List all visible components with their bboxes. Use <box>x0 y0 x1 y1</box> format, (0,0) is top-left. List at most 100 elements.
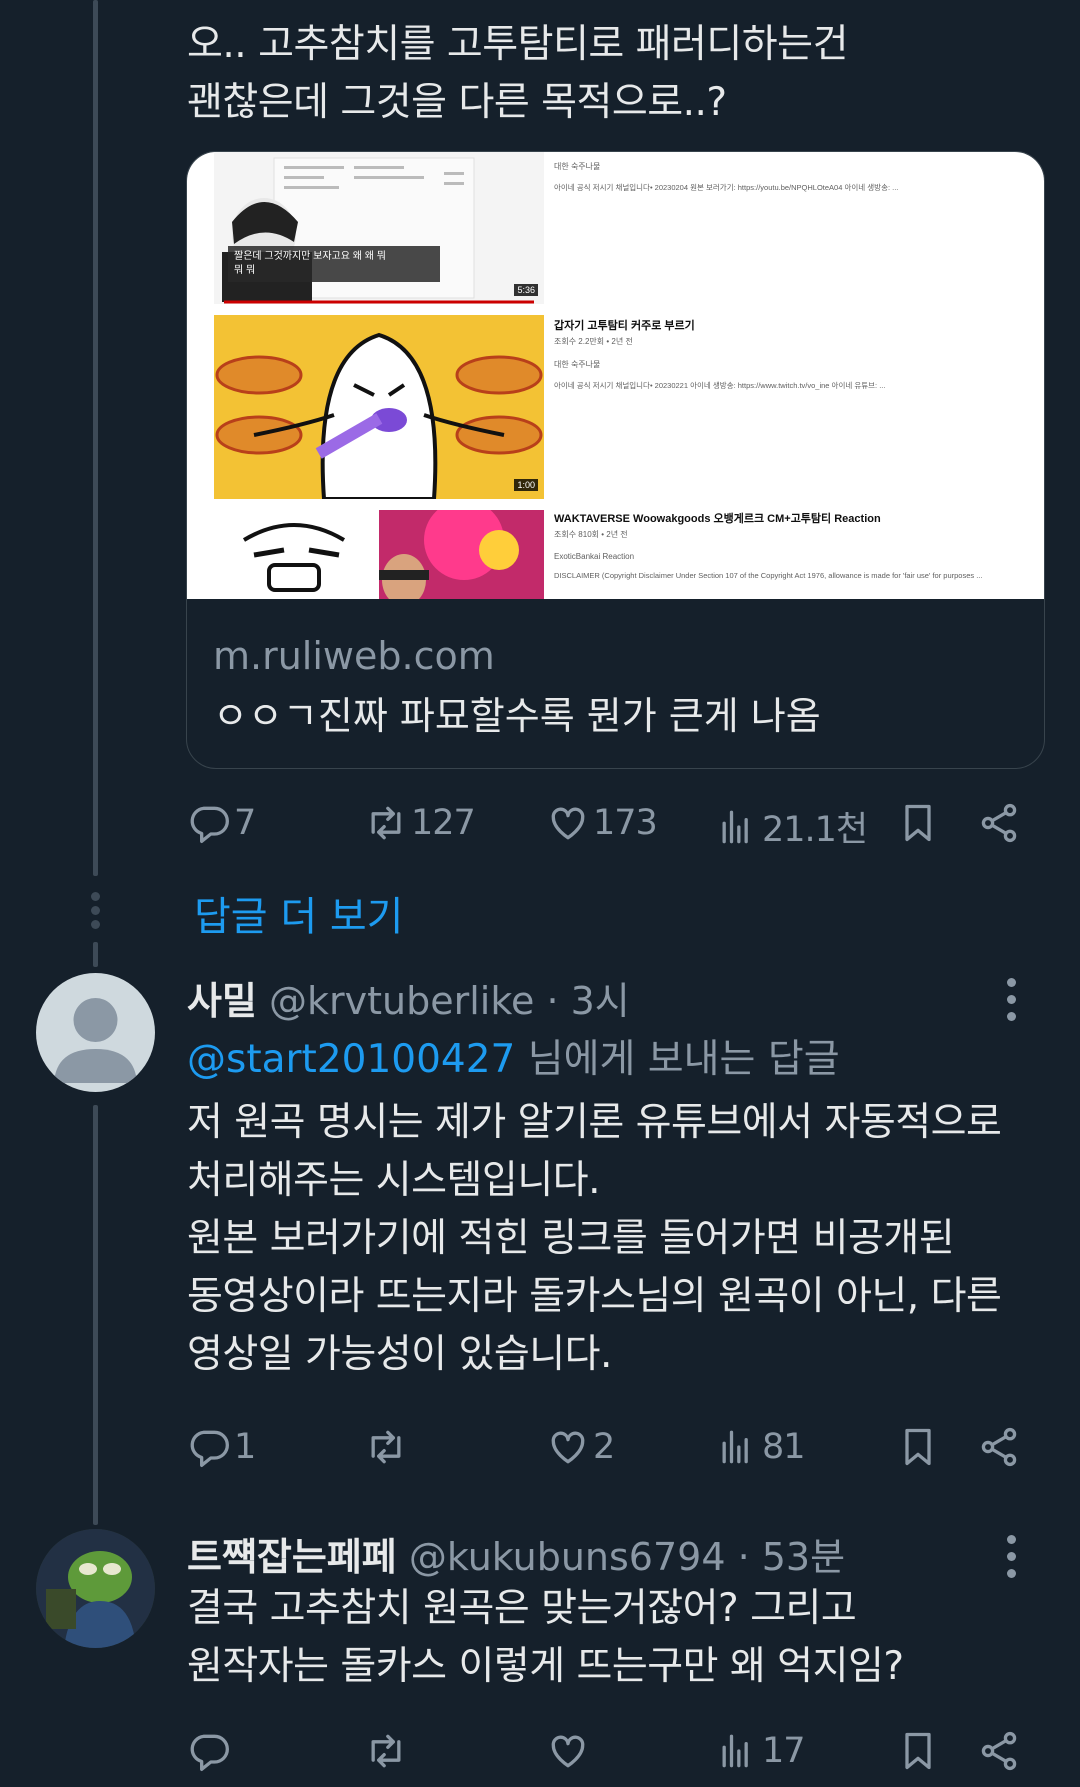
thread-line <box>93 1105 98 1525</box>
video-thumbnail <box>214 510 544 599</box>
views-icon <box>722 1430 748 1464</box>
views-icon <box>715 805 759 849</box>
reply-button[interactable] <box>187 1729 234 1773</box>
video-meta: 조회수 810회 • 2년 전 <box>554 530 628 539</box>
tweet-actions: 7 127 173 21.1천 <box>187 801 1027 850</box>
bookmark-button[interactable] <box>896 801 940 845</box>
video-title: 갑자기 고투탐티 커주로 부르기 <box>554 320 695 332</box>
heart-icon <box>551 807 585 840</box>
share-button[interactable] <box>977 1425 1021 1469</box>
video-thumbnail: 짤은데 그것까지만 보자고요 왜 왜 뭐 뭐 뭐 5:36 <box>214 152 544 304</box>
bookmark-icon <box>905 1428 931 1466</box>
retweet-button[interactable]: 127 <box>364 801 476 845</box>
video-duration: 5:36 <box>514 284 538 296</box>
video-thumbnail: 1:00 <box>214 315 544 499</box>
display-name[interactable]: 사밀 <box>187 979 257 1023</box>
pepe-avatar-image <box>36 1529 155 1648</box>
retweet-icon <box>371 806 401 840</box>
like-button[interactable]: 173 <box>546 801 658 845</box>
video-channel: ExoticBankai Reaction <box>554 552 635 561</box>
views-count: 17 <box>762 1731 806 1771</box>
reply-to-suffix: 님에게 보내는 답글 <box>515 1037 840 1082</box>
video-description: DISCLAIMER (Copyright Disclaimer Under S… <box>554 571 983 580</box>
like-count: 173 <box>593 803 658 843</box>
video-title: WAKTAVERSE Woowakgoods 오뱅게르크 CM+고투탐티 Rea… <box>554 513 881 525</box>
like-button[interactable] <box>546 1729 593 1773</box>
avatar[interactable] <box>36 1529 155 1648</box>
retweet-icon <box>371 1430 401 1464</box>
retweet-button[interactable] <box>364 1729 411 1773</box>
views-button[interactable]: 21.1천 <box>715 801 868 852</box>
retweet-button[interactable] <box>364 1425 411 1469</box>
thumbnail-illustration <box>214 315 544 499</box>
tweet-text: 오.. 고추참치를 고투탐티로 패러디하는건 괜찮은데 그것을 다른 목적으로.… <box>187 22 848 125</box>
video-info: WAKTAVERSE Woowakgoods 오뱅게르크 CM+고투탐티 Rea… <box>554 510 982 580</box>
video-row: 짤은데 그것까지만 보자고요 왜 왜 뭐 뭐 뭐 5:36 대한 숙주나물 아이… <box>214 152 1044 304</box>
views-button[interactable]: 17 <box>715 1729 806 1773</box>
tweet-actions: 1 2 81 <box>187 1425 1027 1469</box>
reply-count: 7 <box>234 803 256 843</box>
video-description: 아이네 공식 저시기 채널입니다• 20230221 아이네 생방송: http… <box>554 381 886 390</box>
avatar[interactable] <box>36 973 155 1092</box>
reply-icon <box>190 806 229 843</box>
reply-button[interactable]: 1 <box>187 1425 256 1469</box>
default-avatar-icon <box>54 998 137 1083</box>
tweet-text: 저 원곡 명시는 제가 알기론 유튜브에서 자동적으로 처리해주는 시스템입니다… <box>187 1100 1002 1377</box>
share-icon <box>981 1427 1017 1467</box>
thread-dot <box>91 892 100 901</box>
video-meta: 조회수 2.2만회 • 2년 전 <box>554 337 633 346</box>
more-icon: ⋮ <box>1042 315 1044 329</box>
thumbnail-illustration <box>214 510 544 599</box>
tweet-header: 트쨱잡는페페 @kukubuns6794 · 53분 <box>187 1526 845 1581</box>
mention-link[interactable]: @start20100427 <box>187 1037 515 1082</box>
thread-dot <box>91 920 100 929</box>
retweet-count: 127 <box>411 803 476 843</box>
views-count: 21.1천 <box>762 810 868 850</box>
bookmark-button[interactable] <box>896 1729 940 1773</box>
card-meta: m.ruliweb.com ㅇㅇㄱ진짜 파묘할수록 뭔가 큰게 나옴 <box>213 632 821 746</box>
video-caption: 짤은데 그것까지만 보자고요 왜 왜 뭐 뭐 뭐 <box>228 246 440 282</box>
share-button[interactable] <box>977 801 1021 845</box>
reply-count: 1 <box>234 1427 256 1467</box>
reply-icon <box>190 1430 229 1467</box>
video-channel: 대한 숙주나물 <box>554 162 601 171</box>
user-handle[interactable]: @krvtuberlike · 3시 <box>269 979 630 1023</box>
card-domain: m.ruliweb.com <box>213 634 495 678</box>
views-count: 81 <box>762 1427 806 1467</box>
card-image: 짤은데 그것까지만 보자고요 왜 왜 뭐 뭐 뭐 5:36 대한 숙주나물 아이… <box>187 152 1044 599</box>
video-description: 아이네 공식 저시기 채널입니다• 20230204 원본 보러가기: http… <box>554 183 899 192</box>
show-more-replies[interactable]: 답글 더 보기 <box>194 884 403 942</box>
bookmark-icon <box>905 804 931 842</box>
more-icon: ⋮ <box>1042 506 1044 520</box>
tweet-header: 사밀 @krvtuberlike · 3시 <box>187 970 630 1025</box>
video-info: 대한 숙주나물 아이네 공식 저시기 채널입니다• 20230204 원본 보러… <box>554 158 898 193</box>
video-row: WAKTAVERSE Woowakgoods 오뱅게르크 CM+고투탐티 Rea… <box>214 506 1044 599</box>
views-button[interactable]: 81 <box>715 1425 806 1469</box>
reply-icon <box>190 1734 229 1771</box>
more-options-icon[interactable] <box>1007 978 1019 1029</box>
reply-button[interactable]: 7 <box>187 801 256 845</box>
like-button[interactable]: 2 <box>546 1425 615 1469</box>
heart-icon <box>551 1431 585 1464</box>
share-icon <box>981 1731 1017 1771</box>
views-icon <box>722 1734 748 1768</box>
video-info: 갑자기 고투탐티 커주로 부르기 조회수 2.2만회 • 2년 전 대한 숙주나… <box>554 317 885 391</box>
video-channel: 대한 숙주나물 <box>554 360 601 369</box>
tweet-actions: 17 <box>187 1729 1027 1773</box>
bookmark-icon <box>905 1732 931 1770</box>
video-duration: 1:00 <box>514 479 538 491</box>
share-button[interactable] <box>977 1729 1021 1773</box>
like-count: 2 <box>593 1427 615 1467</box>
card-title: ㅇㅇㄱ진짜 파묘할수록 뭔가 큰게 나옴 <box>213 694 821 738</box>
user-handle[interactable]: @kukubuns6794 · 53분 <box>409 1535 845 1579</box>
share-icon <box>981 803 1017 843</box>
link-card[interactable]: 짤은데 그것까지만 보자고요 왜 왜 뭐 뭐 뭐 5:36 대한 숙주나물 아이… <box>186 151 1045 769</box>
thread-line <box>93 942 98 967</box>
thread-dot <box>91 906 100 915</box>
retweet-icon <box>371 1734 401 1768</box>
more-options-icon[interactable] <box>1007 1535 1019 1586</box>
bookmark-button[interactable] <box>896 1425 940 1469</box>
tweet-text: 결국 고추참치 원곡은 맞는거잖어? 그리고 원작자는 돌카스 이렇게 뜨는구만… <box>187 1586 904 1689</box>
heart-icon <box>551 1735 585 1768</box>
display-name[interactable]: 트쨱잡는페페 <box>187 1535 397 1579</box>
